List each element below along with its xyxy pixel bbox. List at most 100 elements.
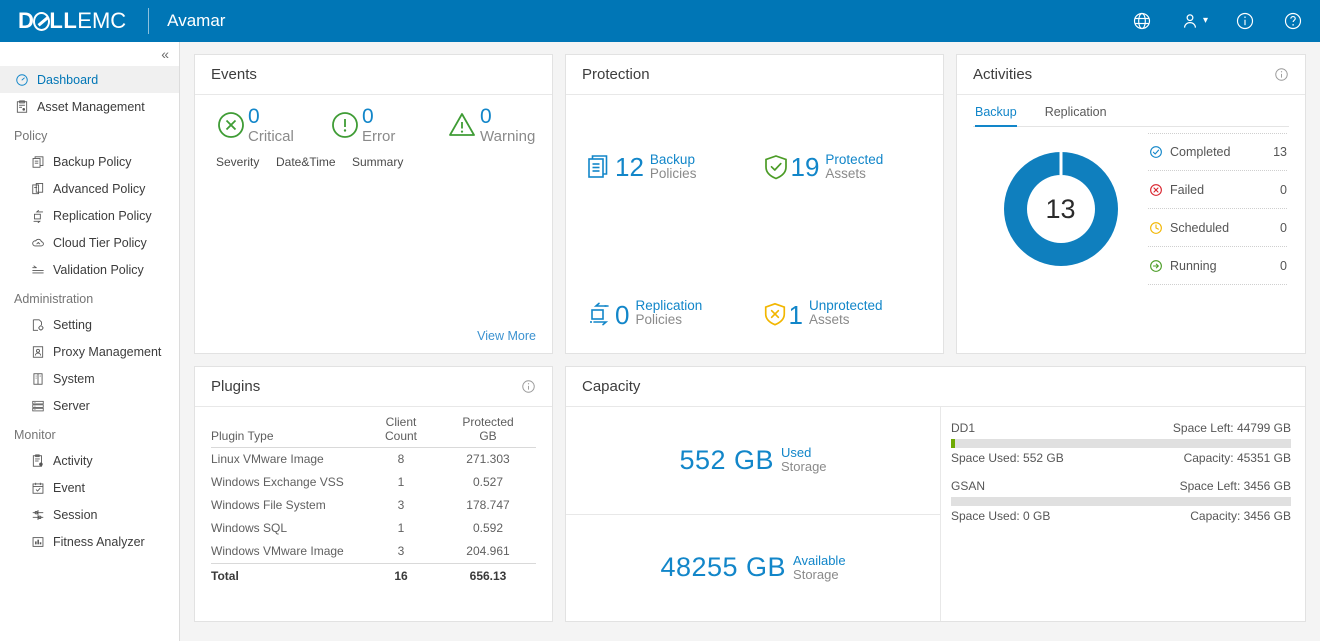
sidebar-group-administration: Administration xyxy=(14,292,94,306)
sidebar-item-advanced-policy[interactable]: Advanced Policy xyxy=(0,175,179,202)
sidebar-item-fitness-analyzer[interactable]: Fitness Analyzer xyxy=(0,528,179,555)
capacity-available-l2: Storage xyxy=(793,566,839,582)
activities-stat-scheduled[interactable]: Scheduled 0 xyxy=(1148,209,1287,247)
unprotected-assets-shield-icon xyxy=(762,301,788,327)
capacity-store-capacity: Capacity: 3456 GB xyxy=(1190,509,1291,523)
sidebar-item-cloud-tier-policy[interactable]: Cloud Tier Policy xyxy=(0,229,179,256)
plugin-client-count-cell: 1 xyxy=(397,521,405,535)
sidebar-item-proxy-management[interactable]: Proxy Management xyxy=(0,338,179,365)
events-warning[interactable]: 0 Warning xyxy=(445,106,535,146)
plugins-table-row[interactable]: Windows Exchange VSS 1 0.527 xyxy=(211,471,536,494)
capacity-store-top-line: DD1 Space Left: 44799 GB xyxy=(951,421,1291,435)
activities-stat-failed[interactable]: Failed 0 xyxy=(1148,171,1287,209)
sidebar-item-asset-management[interactable]: Asset Management xyxy=(0,93,179,120)
sidebar-item-backup-policy[interactable]: Backup Policy xyxy=(0,148,179,175)
plugins-table-row[interactable]: Linux VMware Image 8 271.303 xyxy=(211,448,536,472)
events-error-count: 0 xyxy=(362,105,374,128)
sidebar-item-label: System xyxy=(53,371,95,386)
activities-stat-running-value: 0 xyxy=(1280,258,1287,273)
capacity-summary-column: 552 GB Used Storage 48255 GB Available S… xyxy=(566,407,941,621)
capacity-used-label: Used Storage xyxy=(781,446,827,474)
backup-policies-icon xyxy=(586,153,614,181)
sidebar-group-policy: Policy xyxy=(14,129,48,143)
capacity-store-space-used: Space Used: 0 GB xyxy=(951,509,1051,523)
protection-unprotected-assets[interactable]: 1 Unprotected Assets xyxy=(762,220,938,330)
capacity-available-storage: 48255 GB Available Storage xyxy=(566,515,940,622)
plugins-total-count: 16 xyxy=(362,563,440,588)
events-critical[interactable]: 0 Critical xyxy=(211,106,329,146)
sidebar-item-system[interactable]: System xyxy=(0,365,179,392)
proxy-management-icon xyxy=(30,344,45,359)
plugin-type-cell: Windows VMware Image xyxy=(211,544,344,558)
plugins-table-row[interactable]: Windows File System 3 178.747 xyxy=(211,494,536,517)
sidebar-item-event[interactable]: Event xyxy=(0,474,179,501)
events-col-severity: Severity xyxy=(216,155,260,169)
plugins-col-client-count-l2: Count xyxy=(384,429,418,443)
sidebar-item-replication-policy[interactable]: Replication Policy xyxy=(0,202,179,229)
backup-policy-icon xyxy=(30,154,45,169)
session-icon xyxy=(30,507,45,522)
sidebar-item-label: Asset Management xyxy=(37,99,145,114)
capacity-card: Capacity 552 GB Used Storage 48255 GB Av… xyxy=(565,366,1306,622)
sidebar-item-dashboard[interactable]: Dashboard xyxy=(0,66,179,93)
protection-backup-policies-count: 12 xyxy=(615,151,644,182)
protection-protected-assets[interactable]: 19 Protected Assets xyxy=(762,113,938,220)
protection-backup-policies-l1: Backup xyxy=(649,151,695,167)
protection-backup-policies-text: Backup Policies xyxy=(649,151,697,181)
globe-icon[interactable] xyxy=(1131,10,1153,32)
info-icon[interactable] xyxy=(1234,10,1256,32)
activities-stat-failed-value: 0 xyxy=(1280,182,1287,197)
sidebar-item-label: Setting xyxy=(53,317,92,332)
sidebar-item-server[interactable]: Server xyxy=(0,392,179,419)
activities-stat-running[interactable]: Running 0 xyxy=(1148,247,1287,285)
cloud-tier-policy-icon xyxy=(30,235,45,250)
protection-backup-policies[interactable]: 12 Backup Policies xyxy=(586,113,762,220)
plugins-info-icon[interactable] xyxy=(521,379,536,394)
plugins-table-row[interactable]: Windows SQL 1 0.592 xyxy=(211,517,536,540)
sidebar-item-label: Server xyxy=(53,398,90,413)
dell-wordmark: D LL xyxy=(18,8,78,33)
sidebar-item-setting[interactable]: Setting xyxy=(0,311,179,338)
capacity-used-value: 552 GB xyxy=(679,444,774,475)
protection-replication-policies-count: 0 xyxy=(615,300,630,330)
capacity-store-bar-track xyxy=(951,439,1291,448)
tab-replication[interactable]: Replication xyxy=(1045,105,1107,126)
protection-replication-policies[interactable]: 0 Replication Policies xyxy=(586,220,762,330)
protection-card-header: Protection xyxy=(566,55,943,95)
activities-info-icon[interactable] xyxy=(1274,67,1289,82)
running-arrow-icon xyxy=(1148,258,1163,273)
tab-backup[interactable]: Backup xyxy=(975,105,1017,127)
protection-replication-policies-l2: Policies xyxy=(635,312,682,327)
help-icon[interactable] xyxy=(1282,10,1304,32)
activities-donut-wrap: 13 xyxy=(973,133,1148,285)
activities-donut-chart: 13 xyxy=(1003,152,1118,266)
events-error[interactable]: 0 Error xyxy=(329,106,445,146)
user-icon[interactable] xyxy=(1179,10,1201,32)
events-table-columns: Severity Date&Time Summary xyxy=(211,155,536,169)
critical-circle-x-icon xyxy=(215,109,247,141)
sidebar-item-validation-policy[interactable]: Validation Policy xyxy=(0,256,179,283)
setting-icon xyxy=(30,317,45,332)
capacity-store-bottom-line: Space Used: 552 GB Capacity: 45351 GB xyxy=(951,451,1291,465)
plugins-table-row[interactable]: Windows VMware Image 3 204.961 xyxy=(211,540,536,564)
donut-total-value: 13 xyxy=(1026,175,1095,243)
user-menu[interactable]: ▾ xyxy=(1179,10,1208,32)
protection-protected-assets-count: 19 xyxy=(790,151,820,182)
server-icon xyxy=(30,398,45,413)
protection-unprotected-assets-count: 1 xyxy=(788,300,803,330)
activities-stat-completed[interactable]: Completed 13 xyxy=(1148,133,1287,171)
plugins-total-row: Total 16 656.13 xyxy=(211,563,536,588)
sidebar-item-activity[interactable]: Activity xyxy=(0,447,179,474)
activities-stat-failed-label: Failed xyxy=(1170,182,1205,197)
plugins-table-body: Linux VMware Image 8 271.303 Windows Exchan… xyxy=(211,448,536,588)
events-view-more-link[interactable]: View More xyxy=(477,329,536,343)
protected-assets-shield-icon xyxy=(762,153,790,181)
protection-grid: 12 Backup Policies 19 Protected Assets 0… xyxy=(566,95,943,353)
events-card: Events 0 Critical 0 Error 0 Warning Seve… xyxy=(194,54,553,354)
sidebar-item-session[interactable]: Session xyxy=(0,501,179,528)
dashboard-main: Events 0 Critical 0 Error 0 Warning Seve… xyxy=(180,42,1320,641)
collapse-sidebar-icon[interactable]: « xyxy=(161,47,169,61)
sidebar-item-label: Proxy Management xyxy=(53,344,162,359)
chevron-down-icon[interactable]: ▾ xyxy=(1203,16,1208,26)
plugin-type-cell: Windows Exchange VSS xyxy=(211,475,344,489)
